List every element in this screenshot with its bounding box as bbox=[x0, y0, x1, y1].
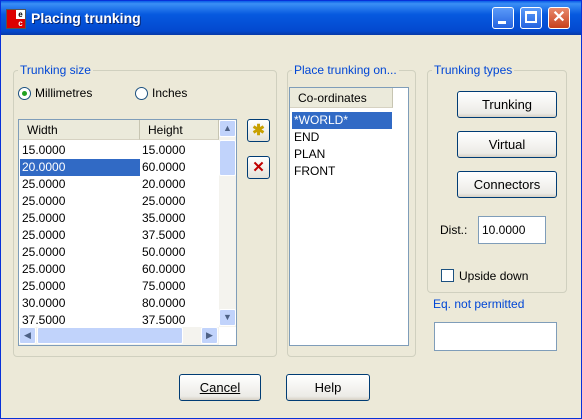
height-column-header[interactable]: Height bbox=[140, 120, 219, 140]
hscroll-thumb[interactable] bbox=[37, 327, 183, 344]
trunking-size-legend: Trunking size bbox=[20, 63, 91, 77]
coordinate-item[interactable]: END bbox=[292, 129, 392, 146]
width-cell: 25.0000 bbox=[22, 228, 66, 242]
width-cell: 15.0000 bbox=[22, 143, 66, 157]
close-button[interactable]: ✕ bbox=[548, 7, 570, 29]
inches-radio[interactable]: Inches bbox=[135, 86, 187, 100]
width-cell: 20.0000 bbox=[20, 159, 140, 176]
scroll-up-icon[interactable]: ▲ bbox=[219, 120, 236, 137]
table-row[interactable]: 25.0000 75.0000 bbox=[19, 278, 219, 295]
connectors-button[interactable]: Connectors bbox=[457, 171, 557, 198]
millimetres-label: Millimetres bbox=[35, 86, 93, 100]
width-cell: 30.0000 bbox=[22, 296, 66, 310]
height-cell: 35.0000 bbox=[142, 211, 186, 225]
height-cell: 37.5000 bbox=[142, 228, 186, 242]
table-row[interactable]: 15.0000 15.0000 bbox=[19, 142, 219, 159]
table-row[interactable]: 25.0000 20.0000 bbox=[19, 176, 219, 193]
virtual-button[interactable]: Virtual bbox=[457, 131, 557, 158]
scroll-left-icon[interactable]: ◀ bbox=[19, 327, 36, 344]
horizontal-scrollbar[interactable]: ◀ ▶ bbox=[19, 327, 219, 345]
coordinates-list[interactable]: Co-ordinates *WORLD* END PLAN FRONT bbox=[289, 87, 409, 346]
height-cell: 20.0000 bbox=[142, 177, 186, 191]
coordinate-item[interactable]: PLAN bbox=[292, 146, 392, 163]
width-cell: 25.0000 bbox=[22, 279, 66, 293]
trunking-button[interactable]: Trunking bbox=[457, 91, 557, 118]
close-icon: ✕ bbox=[552, 9, 566, 26]
width-cell: 25.0000 bbox=[22, 245, 66, 259]
table-row[interactable]: 25.0000 50.0000 bbox=[19, 244, 219, 261]
width-cell: 25.0000 bbox=[22, 194, 66, 208]
maximize-button[interactable] bbox=[520, 7, 542, 29]
upside-down-checkbox[interactable] bbox=[441, 269, 454, 282]
coordinate-item[interactable]: FRONT bbox=[292, 163, 392, 180]
scroll-right-icon[interactable]: ▶ bbox=[201, 327, 218, 344]
width-cell: 25.0000 bbox=[22, 211, 66, 225]
eq-not-permitted-field[interactable] bbox=[434, 322, 557, 351]
app-icon-letter-e: e bbox=[18, 10, 23, 19]
table-row[interactable]: 25.0000 37.5000 bbox=[19, 227, 219, 244]
maximize-icon bbox=[525, 11, 537, 23]
dialog-window: e c Placing trunking ✕ Trunking size Mil… bbox=[0, 0, 582, 419]
height-cell: 60.0000 bbox=[142, 160, 186, 174]
millimetres-radio[interactable]: Millimetres bbox=[18, 86, 92, 100]
width-cell: 25.0000 bbox=[22, 177, 66, 191]
dist-label: Dist.: bbox=[440, 223, 468, 237]
height-cell: 15.0000 bbox=[142, 143, 186, 157]
trunking-types-legend: Trunking types bbox=[434, 63, 513, 77]
app-icon: e c bbox=[6, 9, 26, 29]
table-row[interactable]: 25.0000 25.0000 bbox=[19, 193, 219, 210]
height-cell: 25.0000 bbox=[142, 194, 186, 208]
inches-label: Inches bbox=[152, 86, 188, 100]
trunking-size-table[interactable]: Width Height 15.0000 15.0000 20.0000 60.000… bbox=[18, 119, 237, 346]
title-bar[interactable]: e c Placing trunking ✕ bbox=[1, 1, 581, 35]
place-trunking-legend: Place trunking on... bbox=[294, 63, 397, 77]
dist-input[interactable]: 10.0000 bbox=[478, 216, 546, 244]
eq-not-permitted-legend: Eq. not permitted bbox=[433, 297, 525, 311]
height-cell: 50.0000 bbox=[142, 245, 186, 259]
help-button[interactable]: Help bbox=[286, 374, 370, 401]
star-icon: ✱ bbox=[252, 122, 265, 139]
coordinates-column-header[interactable]: Co-ordinates bbox=[290, 88, 393, 108]
radio-circle bbox=[135, 86, 148, 100]
app-icon-letter-c: c bbox=[16, 19, 25, 28]
scroll-down-icon[interactable]: ▼ bbox=[219, 309, 236, 326]
upside-down-label: Upside down bbox=[459, 269, 529, 283]
coordinate-item[interactable]: *WORLD* bbox=[292, 112, 392, 129]
height-cell: 60.0000 bbox=[142, 262, 186, 276]
minimize-icon bbox=[498, 21, 506, 24]
table-row[interactable]: 30.0000 80.0000 bbox=[19, 295, 219, 312]
vertical-scrollbar[interactable]: ▲ ▼ bbox=[219, 120, 236, 327]
height-cell: 75.0000 bbox=[142, 279, 186, 293]
delete-size-button[interactable]: ✕ bbox=[247, 156, 270, 179]
window-title: Placing trunking bbox=[31, 10, 141, 26]
delete-x-icon: ✕ bbox=[252, 159, 265, 176]
table-row[interactable]: 25.0000 35.0000 bbox=[19, 210, 219, 227]
minimize-button[interactable] bbox=[492, 7, 514, 29]
scroll-thumb[interactable] bbox=[219, 140, 236, 176]
radio-circle bbox=[18, 86, 31, 100]
add-size-button[interactable]: ✱ bbox=[247, 119, 270, 142]
width-column-header[interactable]: Width bbox=[19, 120, 140, 140]
height-cell: 80.0000 bbox=[142, 296, 186, 310]
width-cell: 25.0000 bbox=[22, 262, 66, 276]
table-row[interactable]: 20.0000 60.0000 bbox=[19, 159, 219, 176]
table-row[interactable]: 25.0000 60.0000 bbox=[19, 261, 219, 278]
cancel-button[interactable]: Cancel bbox=[179, 374, 261, 401]
